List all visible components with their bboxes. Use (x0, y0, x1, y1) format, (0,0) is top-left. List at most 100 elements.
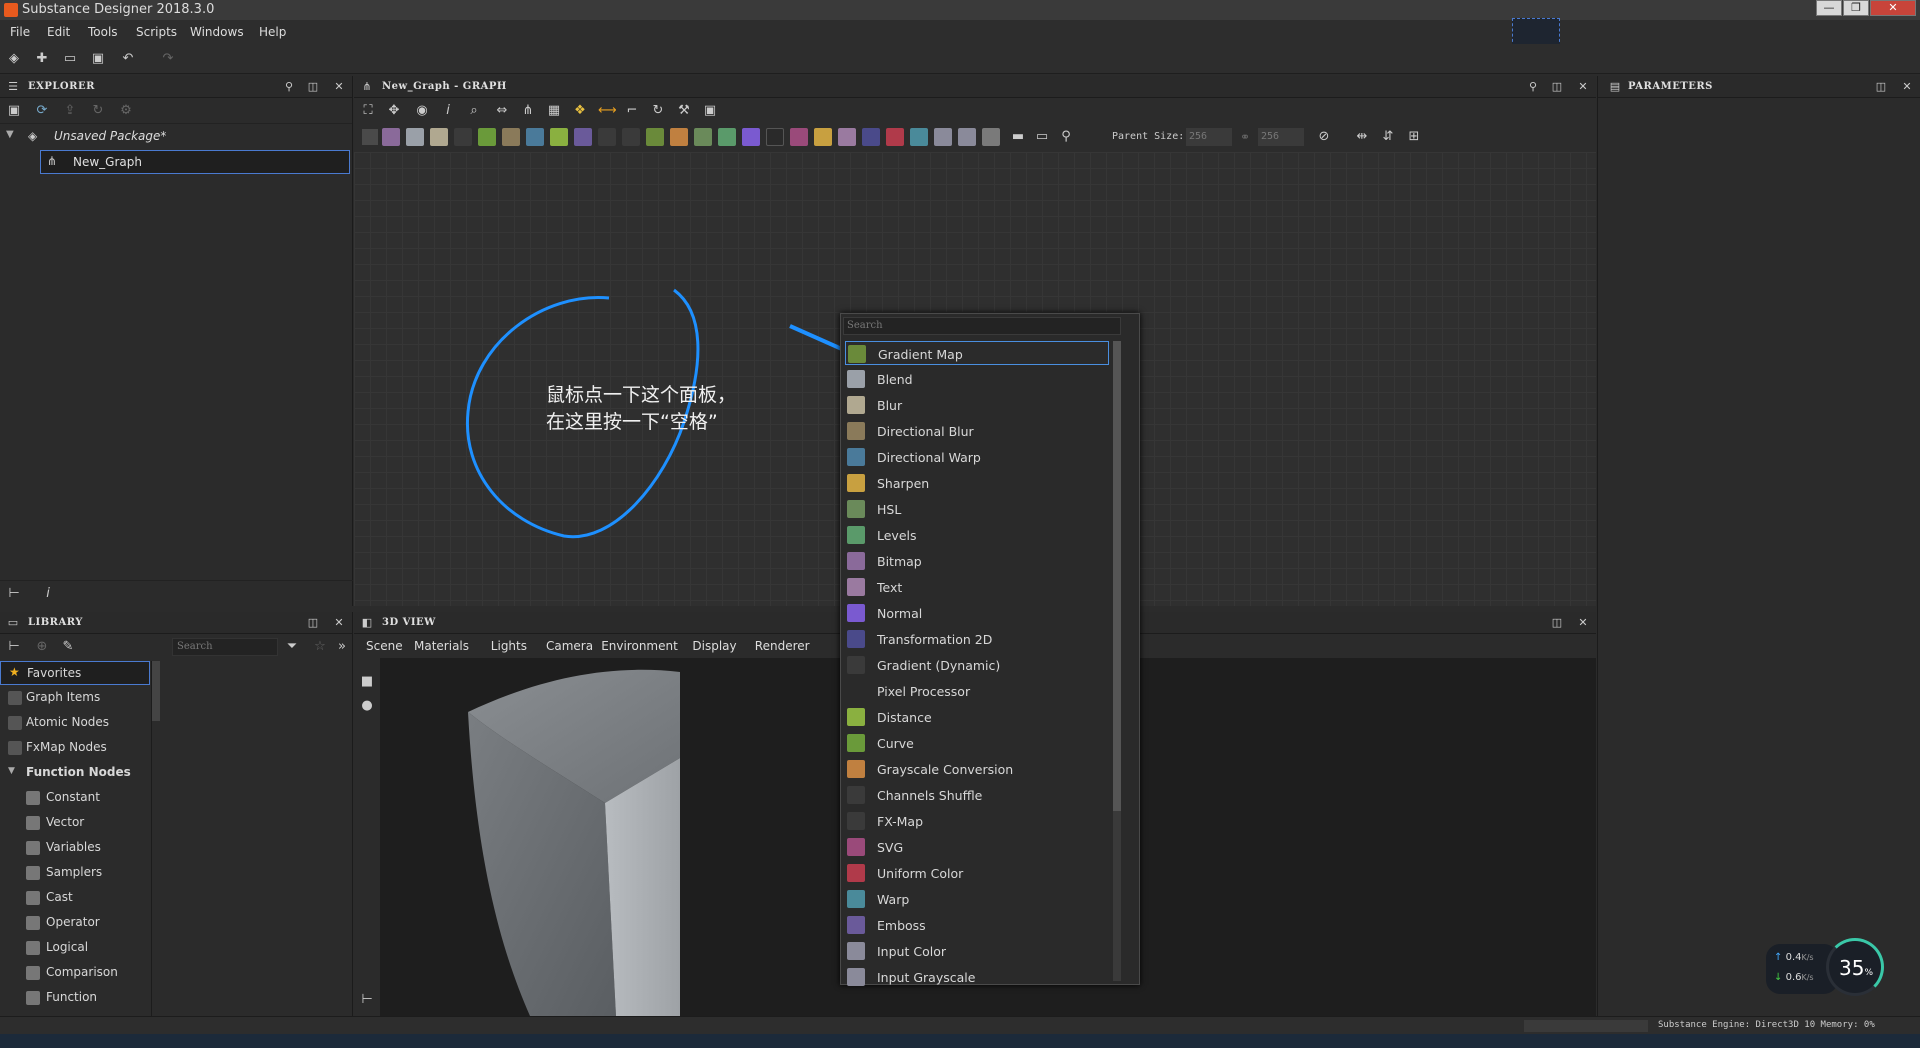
3d-viewport[interactable] (380, 658, 840, 1016)
params-float-icon[interactable]: ◫ (1874, 80, 1888, 94)
menu-tools[interactable]: Tools (88, 25, 118, 39)
blend-node-icon[interactable] (406, 128, 424, 146)
library-item-favorites[interactable]: ★ Favorites (0, 661, 150, 685)
graph-close-icon[interactable]: ✕ (1576, 80, 1590, 94)
distribute-icon[interactable]: ⇵ (1380, 129, 1396, 145)
bitmap-node-icon[interactable] (382, 128, 400, 146)
3d-close-icon[interactable]: ✕ (1576, 616, 1590, 630)
move-icon[interactable]: ✥ (386, 103, 402, 119)
publish-icon[interactable]: ⇪ (62, 103, 78, 119)
3d-menu-scene[interactable]: Scene (366, 639, 403, 653)
library-item-fxmap-nodes[interactable]: FxMap Nodes (0, 736, 150, 760)
3d-menu-display[interactable]: Display (692, 639, 736, 653)
menu-file[interactable]: File (10, 25, 30, 39)
minimize-button[interactable]: — (1816, 0, 1842, 16)
library-add-icon[interactable]: ⊕ (34, 639, 50, 655)
library-item-variables[interactable]: Variables (0, 836, 150, 860)
3d-menu-environment[interactable]: Environment (601, 639, 678, 653)
svg-node-icon[interactable] (790, 128, 808, 146)
python-icon[interactable]: ❖ (572, 103, 588, 119)
library-search-input[interactable]: Search (172, 638, 278, 656)
menu-windows[interactable]: Windows (190, 25, 244, 39)
undo-icon[interactable]: ↶ (120, 51, 136, 67)
star-filter-icon[interactable]: ☆ (312, 639, 328, 655)
calculator-icon[interactable]: ▦ (546, 103, 562, 119)
node-option-normal[interactable]: Normal (845, 601, 1109, 625)
menu-edit[interactable]: Edit (47, 25, 70, 39)
graph-pin-icon[interactable]: ⚲ (1526, 80, 1540, 94)
video-camera-icon[interactable]: ■ (359, 674, 375, 690)
output-node-icon[interactable] (982, 128, 1000, 146)
export-icon[interactable]: ▣ (702, 103, 718, 119)
graph-info-icon[interactable]: i (440, 103, 456, 119)
new-package-icon[interactable]: ◈ (6, 51, 22, 67)
node-option-gradient-map[interactable]: Gradient Map (845, 341, 1109, 365)
node-option-uniform-color[interactable]: Uniform Color (845, 861, 1109, 885)
library-item-logical[interactable]: Logical (0, 936, 150, 960)
open-folder-icon[interactable]: ▭ (62, 51, 78, 67)
node-option-warp[interactable]: Warp (845, 887, 1109, 911)
node-option-sharpen[interactable]: Sharpen (845, 471, 1109, 495)
save-icon[interactable]: ▣ (90, 51, 106, 67)
library-item-graph-items[interactable]: Graph Items (0, 686, 150, 710)
input-color-node-icon[interactable] (934, 128, 952, 146)
library-item-vector[interactable]: Vector (0, 811, 150, 835)
node-option-distance[interactable]: Distance (845, 705, 1109, 729)
layout-icon[interactable]: ⊞ (1406, 129, 1422, 145)
node-option-blend[interactable]: Blend (845, 367, 1109, 391)
frame-node-icon[interactable]: ▭ (1034, 129, 1050, 145)
params-close-icon[interactable]: ✕ (1900, 80, 1914, 94)
hsl-node-icon[interactable] (694, 128, 712, 146)
close-window-button[interactable]: ✕ (1870, 0, 1916, 16)
close-icon[interactable]: ✕ (332, 80, 346, 94)
blur-node-icon[interactable] (430, 128, 448, 146)
library-tree-icon[interactable]: ⊢ (6, 639, 22, 655)
redo-icon[interactable]: ↷ (160, 51, 176, 67)
maximize-button[interactable]: ❐ (1843, 0, 1869, 16)
info-icon[interactable]: i (40, 586, 56, 602)
3d-menu-lights[interactable]: Lights (491, 639, 527, 653)
link-icon[interactable]: ⇔ (494, 103, 510, 119)
node-option-directional-blur[interactable]: Directional Blur (845, 419, 1109, 443)
curve-node-icon[interactable] (478, 128, 496, 146)
library-item-samplers[interactable]: Samplers (0, 861, 150, 885)
node-option-transformation-2d[interactable]: Transformation 2D (845, 627, 1109, 651)
distance-node-icon[interactable] (550, 128, 568, 146)
popup-scroll-thumb[interactable] (1113, 341, 1121, 811)
node-option-fx-map[interactable]: FX-Map (845, 809, 1109, 833)
shuffle-node-icon[interactable] (454, 128, 472, 146)
align-icon[interactable]: ⇹ (1354, 129, 1370, 145)
library-item-function[interactable]: Function (0, 986, 150, 1010)
link-size-icon[interactable]: ⚭ (1240, 130, 1250, 144)
library-item-comparison[interactable]: Comparison (0, 961, 150, 985)
gradient-dynamic-node-icon[interactable] (622, 128, 640, 146)
reload-icon[interactable]: ↻ (90, 103, 106, 119)
node-option-svg[interactable]: SVG (845, 835, 1109, 859)
tools-icon[interactable]: ⚒ (676, 103, 692, 119)
graph-float-icon[interactable]: ◫ (1550, 80, 1564, 94)
library-item-operator[interactable]: Operator (0, 911, 150, 935)
warp-node-icon[interactable] (910, 128, 928, 146)
menu-scripts[interactable]: Scripts (136, 25, 177, 39)
node-option-bitmap[interactable]: Bitmap (845, 549, 1109, 573)
pixel-processor-node-icon[interactable] (766, 128, 784, 146)
settings-icon[interactable]: ⚙ (118, 103, 134, 119)
parent-size-y[interactable]: 256 (1258, 128, 1304, 146)
frame-icon[interactable] (362, 129, 378, 145)
comment-icon[interactable]: ▬ (1010, 129, 1026, 145)
node-option-grayscale-conversion[interactable]: Grayscale Conversion (845, 757, 1109, 781)
parent-size-x[interactable]: 256 (1186, 128, 1232, 146)
library-close-icon[interactable]: ✕ (332, 616, 346, 630)
library-scrollbar[interactable] (152, 661, 160, 721)
dirblur-node-icon[interactable] (502, 128, 520, 146)
3d-menu-renderer[interactable]: Renderer (755, 639, 810, 653)
3d-menu-camera[interactable]: Camera (546, 639, 593, 653)
library-item-cast[interactable]: Cast (0, 886, 150, 910)
collapse-arrow-icon[interactable]: ▼ (6, 129, 14, 140)
node-option-hsl[interactable]: HSL (845, 497, 1109, 521)
node-option-blur[interactable]: Blur (845, 393, 1109, 417)
dirwarp-node-icon[interactable] (526, 128, 544, 146)
node-option-input-color[interactable]: Input Color (845, 939, 1109, 963)
reset-size-icon[interactable]: ⊘ (1316, 129, 1332, 145)
crop-icon[interactable]: ⌐ (624, 103, 640, 119)
